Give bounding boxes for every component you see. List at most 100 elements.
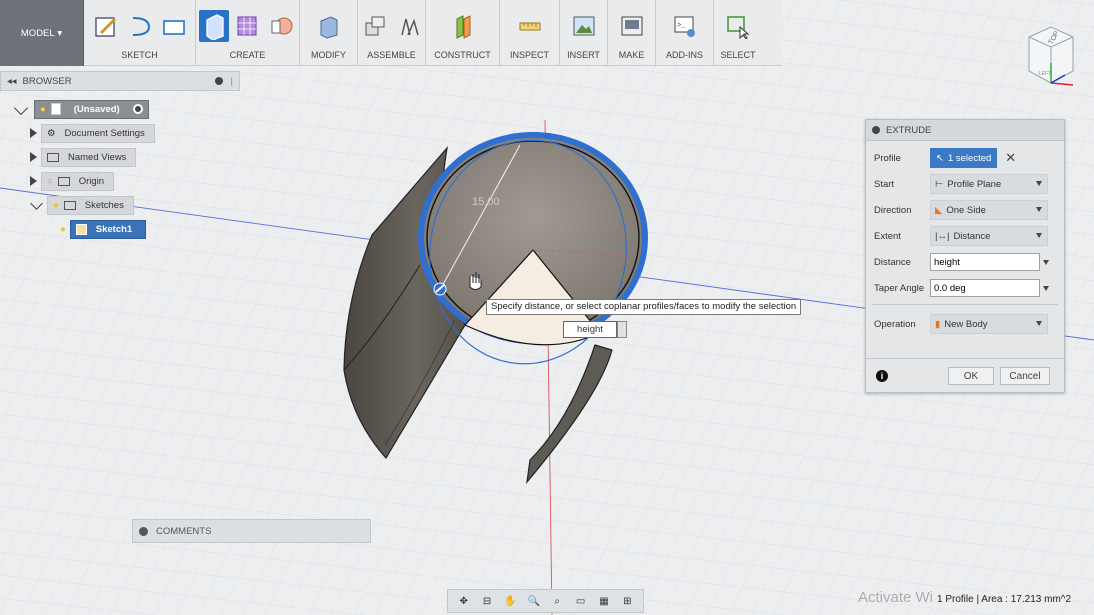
expand-toggle-icon[interactable] <box>13 100 29 115</box>
comments-panel[interactable]: COMMENTS <box>132 519 371 543</box>
browser-panel-header[interactable]: ◂◂ BROWSER | <box>0 71 240 91</box>
distance-dropdown-icon[interactable] <box>1043 259 1049 265</box>
zoom-icon[interactable]: 🔍 <box>524 592 544 610</box>
create-menu-label[interactable]: CREATE <box>230 50 266 60</box>
start-dropdown[interactable]: ⊢ Profile Plane <box>930 174 1048 194</box>
fit-icon[interactable]: ⌕ <box>547 592 567 610</box>
sketch-dimension-label: 15.00 <box>472 196 500 208</box>
make-icon[interactable] <box>617 10 647 42</box>
start-row: Start ⊢ Profile Plane <box>866 173 1066 195</box>
sketch-icon <box>75 223 87 235</box>
distance-dropdown-button[interactable] <box>617 321 627 338</box>
viewports-icon[interactable]: ⊞ <box>617 592 637 610</box>
extrude-icon[interactable] <box>198 10 229 42</box>
display-settings-icon[interactable]: ▭ <box>571 592 591 610</box>
ok-button[interactable]: OK <box>948 367 994 385</box>
direction-dropdown[interactable]: ◣ One Side <box>930 200 1048 220</box>
sketch-menu-label[interactable]: SKETCH <box>121 50 158 60</box>
canvas-tooltip: Specify distance, or select coplanar pro… <box>486 299 802 315</box>
profile-plane-icon: ⊢ <box>935 178 944 190</box>
addins-icon[interactable]: >_ <box>670 10 700 42</box>
taper-angle-input[interactable] <box>930 279 1040 297</box>
addins-menu-label[interactable]: ADD-INS <box>666 50 703 60</box>
tree-item-origin[interactable]: ○ Origin <box>30 171 115 191</box>
modify-menu-label[interactable]: MODIFY <box>311 50 346 60</box>
select-icon[interactable] <box>723 10 753 42</box>
profile-label: Profile <box>874 152 901 164</box>
profile-row: Profile ↖ 1 selected ✕ <box>866 147 1066 169</box>
assemble-menu-label[interactable]: ASSEMBLE <box>367 50 416 60</box>
chevron-down-icon <box>1036 181 1042 186</box>
joint-icon[interactable] <box>360 10 390 42</box>
make-menu-label[interactable]: MAKE <box>619 50 645 60</box>
direction-label: Direction <box>874 204 912 216</box>
tree-item-sketches[interactable]: ● Sketches <box>30 195 134 215</box>
extrude-dialog: EXTRUDE Profile ↖ 1 selected ✕ Start ⊢ P… <box>865 119 1065 393</box>
revolve-icon[interactable] <box>267 10 297 42</box>
activate-radio-icon[interactable] <box>132 104 143 114</box>
minimize-icon[interactable] <box>214 77 223 85</box>
extrude-dialog-header[interactable]: EXTRUDE <box>866 120 1064 141</box>
chevron-down-icon <box>1036 321 1042 326</box>
cancel-button[interactable]: Cancel <box>1000 367 1050 385</box>
grid-settings-icon[interactable]: ▦ <box>594 592 614 610</box>
tree-item-unsaved[interactable]: ● (Unsaved) <box>13 99 149 119</box>
collapse-arrow-icon[interactable] <box>30 197 43 210</box>
extrude-title: EXTRUDE <box>886 124 932 136</box>
insert-image-icon[interactable] <box>569 10 599 42</box>
lightbulb-icon[interactable]: ● <box>40 104 46 115</box>
lightbulb-icon[interactable]: ● <box>53 200 59 211</box>
assemble-icon[interactable] <box>394 10 424 42</box>
insert-menu-label[interactable]: INSERT <box>567 50 600 60</box>
pan-hand-icon[interactable]: ✋ <box>500 592 520 610</box>
inspect-group: INSPECT <box>500 0 560 65</box>
distance-heads-up-input[interactable]: height <box>563 321 617 338</box>
info-icon[interactable]: i <box>876 370 888 382</box>
lightbulb-icon[interactable]: ● <box>60 224 66 235</box>
taper-dropdown-icon[interactable] <box>1043 285 1049 291</box>
folder-icon <box>47 152 59 162</box>
measure-icon[interactable] <box>515 10 545 42</box>
construct-menu-label[interactable]: CONSTRUCT <box>434 50 491 60</box>
minimize-icon[interactable] <box>872 126 880 134</box>
inspect-menu-label[interactable]: INSPECT <box>510 50 549 60</box>
tree-item-sketch1[interactable]: ● Sketch1 <box>60 219 147 239</box>
plane-icon[interactable] <box>448 10 478 42</box>
press-pull-icon[interactable] <box>314 10 344 42</box>
profile-selection-count: 1 selected <box>947 152 992 164</box>
select-menu-label[interactable]: SELECT <box>720 50 755 60</box>
arc-icon[interactable] <box>125 10 155 42</box>
view-cube[interactable]: TOP LEFT <box>1021 23 1081 93</box>
extent-label: Extent <box>874 230 901 242</box>
modify-group: MODIFY <box>300 0 358 65</box>
folder-icon <box>57 176 70 186</box>
operation-dropdown[interactable]: ▮ New Body <box>930 314 1048 334</box>
orbit-icon[interactable]: ✥ <box>454 592 474 610</box>
collapse-left-icon[interactable]: ◂◂ <box>7 76 17 87</box>
document-icon <box>50 103 61 115</box>
create-group: CREATE <box>196 0 300 65</box>
lightbulb-off-icon[interactable]: ○ <box>47 176 53 187</box>
direction-row: Direction ◣ One Side <box>866 199 1066 221</box>
look-at-icon[interactable]: ⊟ <box>477 592 497 610</box>
rectangle-icon[interactable] <box>159 10 189 42</box>
workspace-label: MODEL <box>20 27 55 39</box>
workspace-switcher[interactable]: MODEL ▾ <box>0 0 84 66</box>
expand-arrow-icon[interactable] <box>30 176 37 186</box>
profile-select-button[interactable]: ↖ 1 selected <box>930 148 998 168</box>
clear-selection-icon[interactable]: ✕ <box>1005 150 1016 166</box>
extent-value: Distance <box>953 230 991 242</box>
box-grid-icon[interactable] <box>233 10 263 42</box>
distance-input[interactable] <box>930 253 1040 271</box>
distance-manipulator[interactable] <box>433 282 447 296</box>
tree-item-named-views[interactable]: Named Views <box>30 147 137 167</box>
sketch-icon[interactable] <box>91 10 121 42</box>
add-comment-icon[interactable] <box>139 526 148 536</box>
expand-arrow-icon[interactable] <box>30 152 37 162</box>
addins-group: >_ ADD-INS <box>656 0 714 65</box>
expand-arrow-icon[interactable] <box>30 128 37 138</box>
extent-dropdown[interactable]: |↔| Distance <box>930 226 1048 246</box>
viewcube-left-label: LEFT <box>1039 71 1051 77</box>
folder-icon <box>63 200 76 210</box>
tree-item-document-settings[interactable]: ⚙ Document Settings <box>30 123 155 143</box>
